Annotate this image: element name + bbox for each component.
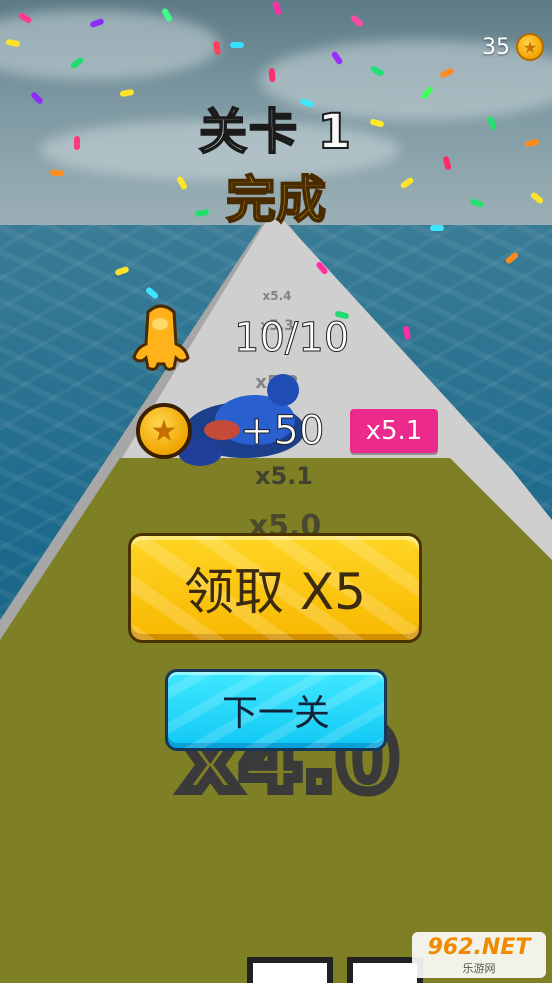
coin-count: 35 xyxy=(482,34,510,60)
next-level-button[interactable]: 下一关 xyxy=(165,669,387,751)
confetti xyxy=(268,67,276,83)
road-mark: x5.1 xyxy=(255,462,313,490)
coin-icon: ★ xyxy=(516,33,544,61)
road-mark-bottom xyxy=(347,957,423,983)
collected-row: 10/10 xyxy=(130,302,350,374)
claim-button-label: 领取 X5 xyxy=(184,563,366,621)
road-mark: x5.4 xyxy=(263,289,292,303)
watermark-brand: 962.NET xyxy=(427,934,531,960)
reward-row: ★ +50 xyxy=(136,403,325,459)
road-mark-bottom xyxy=(247,957,333,983)
mascot-icon xyxy=(130,302,192,374)
claim-multiplied-button[interactable]: 领取 X5 xyxy=(128,533,422,643)
level-title: 关卡 1 xyxy=(198,103,354,161)
coin-icon: ★ xyxy=(136,403,192,459)
watermark-sub: 乐游网 xyxy=(462,961,496,975)
collected-count: 10/10 xyxy=(233,315,350,362)
coin-counter: 35 ★ xyxy=(482,30,544,64)
confetti xyxy=(230,42,244,48)
game-scene: x5.4 x5.3 x5.2 x5.1 x5.0 x4.0 xyxy=(0,0,552,983)
multiplier-badge: x5.1 xyxy=(350,409,438,453)
reward-amount: +50 xyxy=(239,408,325,455)
level-complete-text: 完成 xyxy=(225,170,327,230)
site-watermark: 962.NET 乐游网 xyxy=(412,932,546,978)
next-button-label: 下一关 xyxy=(221,693,330,734)
